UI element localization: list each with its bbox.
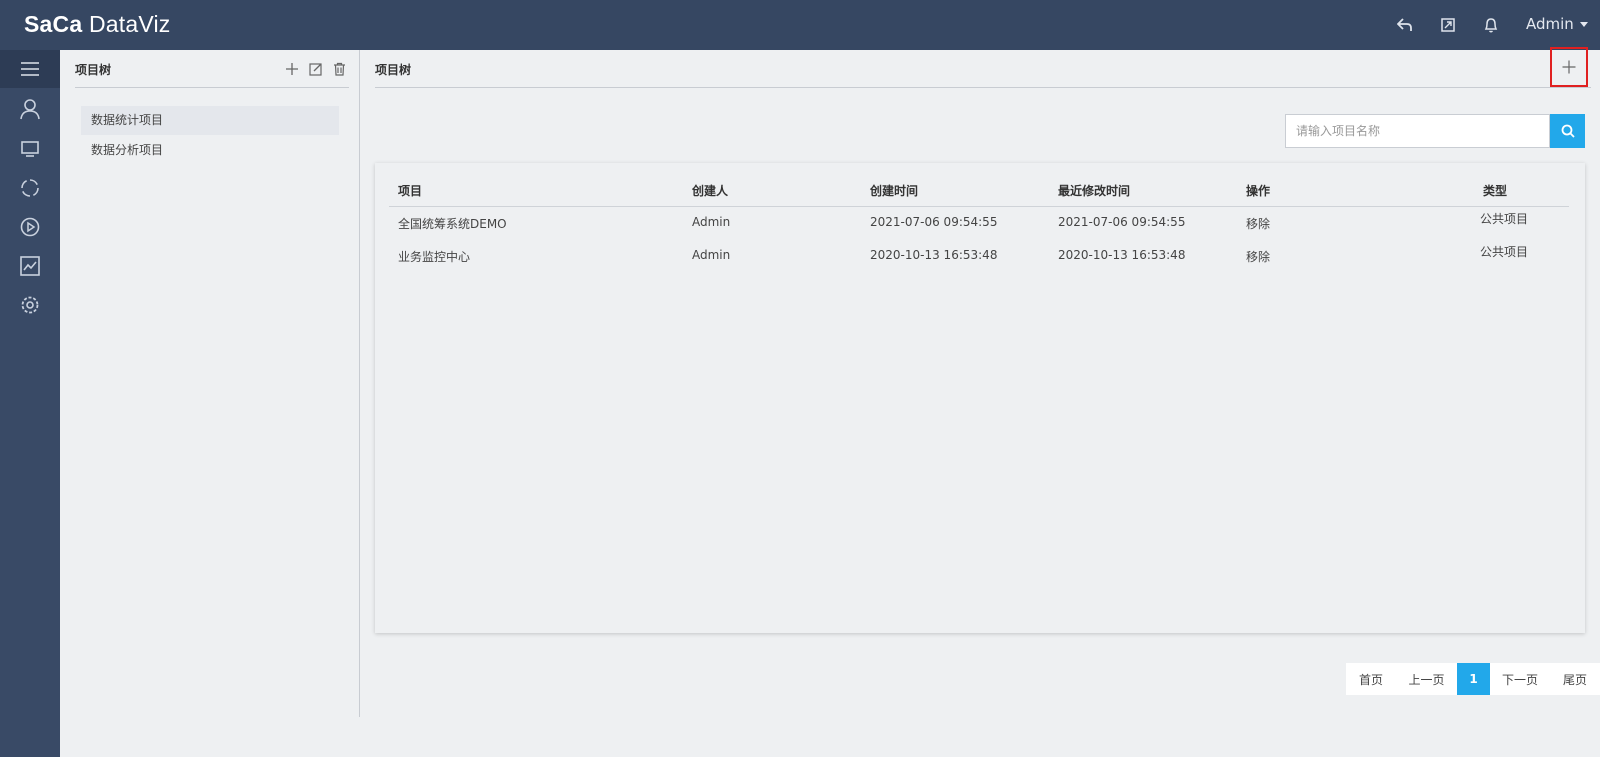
caret-down-icon (1579, 22, 1588, 27)
menu-icon[interactable] (0, 50, 60, 88)
page-1-button[interactable]: 1 (1457, 663, 1490, 695)
col-header-action: 操作 (1246, 184, 1271, 198)
user-menu[interactable]: Admin (1526, 15, 1588, 33)
main-header: 项目树 (375, 50, 1591, 88)
tree-item-data-statistics[interactable]: 数据统计项目 (81, 106, 339, 135)
tree-panel-title: 项目树 (75, 63, 112, 77)
next-page-button[interactable]: 下一页 (1490, 663, 1550, 695)
logo-product: DataViz (88, 11, 171, 37)
col-header-project[interactable]: 项目 (398, 182, 422, 199)
delete-node-icon[interactable] (330, 60, 348, 78)
cell-creator: Admin (692, 215, 731, 229)
edit-node-icon[interactable] (307, 60, 325, 78)
cell-modified-time: 2021-07-06 09:54:55 (1058, 215, 1186, 229)
tree-item-data-analysis[interactable]: 数据分析项目 (81, 136, 339, 165)
last-page-button[interactable]: 尾页 (1550, 663, 1600, 695)
monitor-icon[interactable] (0, 130, 60, 168)
cell-type: 公共项目 (1480, 245, 1529, 259)
cell-modified-time: 2020-10-13 16:53:48 (1058, 248, 1186, 262)
play-icon[interactable] (0, 208, 60, 246)
main-title: 项目树 (375, 63, 412, 77)
top-bar: SaCa DataViz Admin (0, 0, 1600, 50)
logo-brand: SaCa (24, 11, 83, 37)
project-tree-panel: 项目树 数据统计项目 数据分析项目 (60, 50, 360, 717)
external-link-icon[interactable] (1438, 15, 1458, 35)
add-node-icon[interactable] (283, 60, 301, 78)
project-search-input[interactable] (1285, 114, 1550, 148)
bell-icon[interactable] (1481, 15, 1501, 35)
search-button[interactable] (1550, 114, 1585, 148)
cell-type: 公共项目 (1480, 212, 1529, 226)
cell-creator: Admin (692, 248, 731, 262)
app-logo[interactable]: SaCa DataViz (24, 11, 170, 38)
table-header-divider (389, 206, 1569, 207)
remove-link[interactable]: 移除 (1246, 248, 1270, 265)
back-icon[interactable] (1395, 15, 1415, 35)
add-project-button[interactable] (1550, 47, 1588, 87)
plus-icon (1562, 60, 1576, 74)
cell-project-name[interactable]: 业务监控中心 (398, 248, 470, 265)
col-header-type[interactable]: 类型 (1483, 182, 1507, 199)
sync-icon[interactable] (0, 169, 60, 207)
chart-icon[interactable] (0, 247, 60, 285)
prev-page-button[interactable]: 上一页 (1396, 663, 1457, 695)
col-header-creator[interactable]: 创建人 (692, 182, 728, 199)
remove-link[interactable]: 移除 (1246, 215, 1270, 232)
cell-project-name[interactable]: 全国统筹系统DEMO (398, 215, 507, 232)
nav-rail (0, 50, 60, 757)
col-header-modified[interactable]: 最近修改时间 (1058, 182, 1130, 199)
cell-created-time: 2020-10-13 16:53:48 (870, 248, 998, 262)
projects-table: 项目 创建人 创建时间 最近修改时间 操作 类型 全国统筹系统DEMO Admi… (375, 163, 1585, 633)
cell-created-time: 2021-07-06 09:54:55 (870, 215, 998, 229)
settings-icon[interactable] (0, 286, 60, 324)
tree-panel-header: 项目树 (75, 50, 349, 88)
search-icon (1561, 124, 1575, 138)
col-header-created[interactable]: 创建时间 (870, 182, 918, 199)
user-name: Admin (1526, 15, 1574, 33)
first-page-button[interactable]: 首页 (1346, 663, 1396, 695)
user-icon[interactable] (0, 90, 60, 128)
